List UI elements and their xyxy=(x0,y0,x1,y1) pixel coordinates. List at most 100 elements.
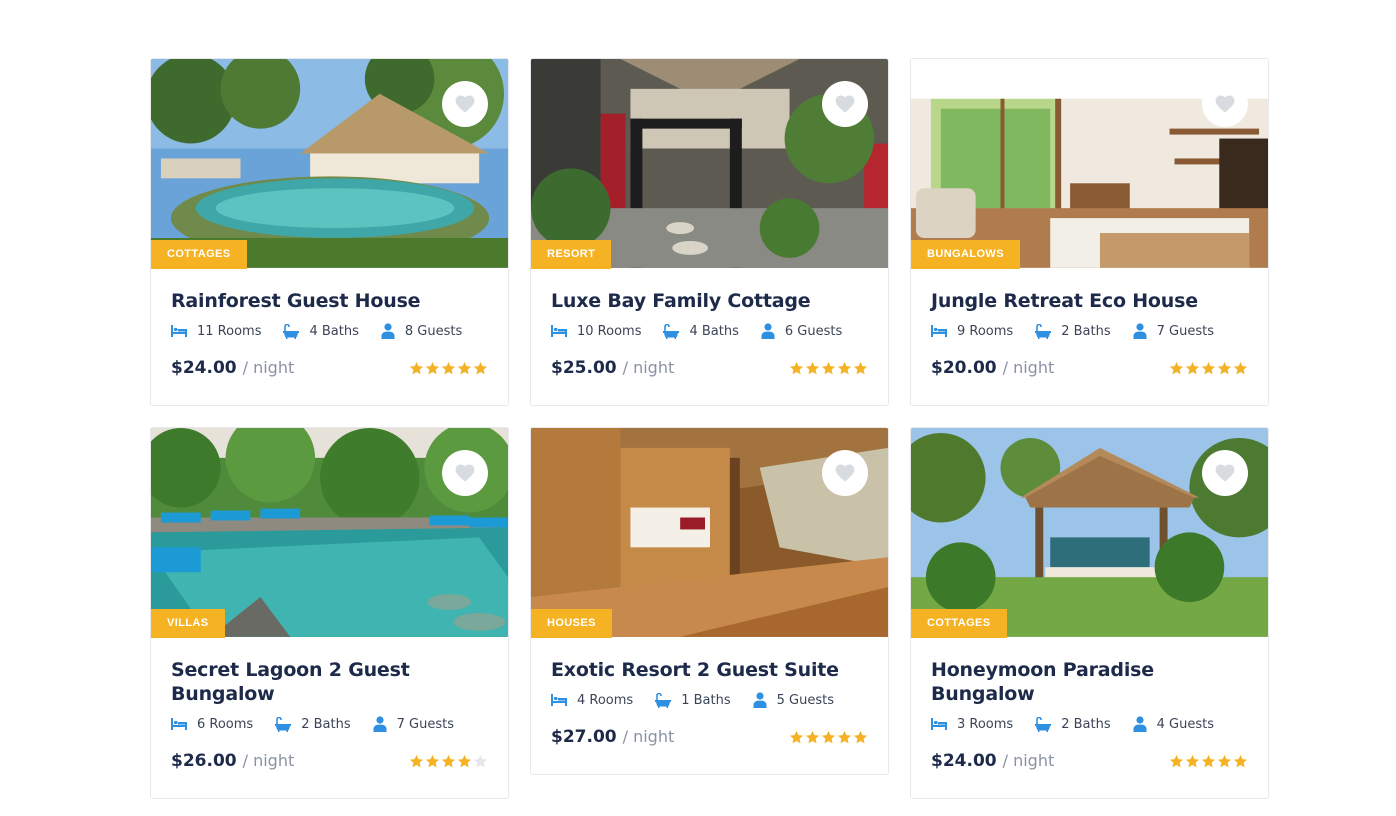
favorite-button[interactable] xyxy=(1202,450,1248,496)
rooms-count: 10 Rooms xyxy=(577,323,642,339)
star-filled-icon xyxy=(409,361,424,374)
star-filled-icon xyxy=(457,754,472,767)
listing-photo[interactable]: BUNGALOWS xyxy=(911,59,1268,269)
bathtub-icon xyxy=(1035,323,1052,339)
listing-card[interactable]: VILLAS Secret Lagoon 2 Guest Bungalow 6 … xyxy=(150,427,509,799)
rooms-count: 4 Rooms xyxy=(577,692,634,708)
rooms-feature: 4 Rooms xyxy=(551,693,633,708)
star-filled-icon xyxy=(1201,361,1216,374)
listing-title[interactable]: Jungle Retreat Eco House xyxy=(931,289,1248,313)
listing-photo[interactable]: HOUSES xyxy=(531,428,888,638)
listing-features: 6 Rooms 2 Baths 7 Guests xyxy=(171,715,488,733)
bed-icon xyxy=(551,325,567,337)
favorite-button[interactable] xyxy=(442,81,488,127)
listing-card[interactable]: RESORT Luxe Bay Family Cottage 10 Rooms xyxy=(530,58,889,406)
guests-count: 7 Guests xyxy=(396,716,454,732)
rooms-feature: 3 Rooms xyxy=(931,717,1013,732)
baths-feature: 2 Baths xyxy=(1035,323,1111,339)
baths-feature: 4 Baths xyxy=(663,323,739,339)
rooms-count: 3 Rooms xyxy=(957,716,1014,732)
baths-feature: 2 Baths xyxy=(1035,716,1111,732)
star-filled-icon xyxy=(1233,754,1248,767)
listing-photo[interactable]: VILLAS xyxy=(151,428,508,638)
baths-feature: 2 Baths xyxy=(275,716,351,732)
listing-title[interactable]: Rainforest Guest House xyxy=(171,289,488,313)
listing-title[interactable]: Secret Lagoon 2 Guest Bungalow xyxy=(171,658,488,706)
baths-count: 4 Baths xyxy=(309,323,359,339)
star-filled-icon xyxy=(1169,754,1184,767)
category-badge[interactable]: BUNGALOWS xyxy=(911,240,1020,269)
listing-card[interactable]: BUNGALOWS Jungle Retreat Eco House 9 Roo… xyxy=(910,58,1269,406)
star-filled-icon xyxy=(1233,361,1248,374)
price-block: $27.00 / night xyxy=(551,727,674,747)
bed-icon xyxy=(171,325,187,337)
star-filled-icon xyxy=(1217,361,1232,374)
star-filled-icon xyxy=(789,361,804,374)
star-filled-icon xyxy=(1169,361,1184,374)
rooms-feature: 10 Rooms xyxy=(551,324,641,339)
user-icon xyxy=(1133,323,1147,339)
heart-icon xyxy=(455,464,475,482)
star-filled-icon xyxy=(409,754,424,767)
listing-price: $24.00 xyxy=(931,751,997,771)
star-filled-icon xyxy=(821,361,836,374)
listing-card[interactable]: HOUSES Exotic Resort 2 Guest Suite 4 Roo… xyxy=(530,427,889,775)
price-block: $26.00 / night xyxy=(171,751,294,771)
listing-title[interactable]: Honeymoon Paradise Bungalow xyxy=(931,658,1248,706)
star-filled-icon xyxy=(837,361,852,374)
favorite-button[interactable] xyxy=(442,450,488,496)
category-badge[interactable]: COTTAGES xyxy=(911,609,1007,638)
category-badge[interactable]: VILLAS xyxy=(151,609,225,638)
guests-feature: 7 Guests xyxy=(1133,323,1214,339)
guests-feature: 8 Guests xyxy=(381,323,462,339)
category-badge[interactable]: HOUSES xyxy=(531,609,612,638)
bathtub-icon xyxy=(283,323,300,339)
rating-stars xyxy=(409,754,488,769)
price-block: $24.00 / night xyxy=(931,751,1054,771)
heart-icon xyxy=(1215,464,1235,482)
listing-price: $27.00 xyxy=(551,727,617,747)
heart-icon xyxy=(835,95,855,113)
guests-feature: 6 Guests xyxy=(761,323,842,339)
favorite-button[interactable] xyxy=(822,81,868,127)
bathtub-icon xyxy=(663,323,680,339)
listing-title[interactable]: Exotic Resort 2 Guest Suite xyxy=(551,658,868,682)
listing-photo[interactable]: COTTAGES xyxy=(151,59,508,269)
user-icon xyxy=(373,716,387,732)
star-empty-icon xyxy=(473,754,488,767)
listing-photo[interactable]: RESORT xyxy=(531,59,888,269)
star-filled-icon xyxy=(805,361,820,374)
category-badge[interactable]: COTTAGES xyxy=(151,240,247,269)
guests-count: 5 Guests xyxy=(776,692,834,708)
baths-count: 2 Baths xyxy=(1061,323,1111,339)
per-night-label: / night xyxy=(242,358,295,377)
bed-icon xyxy=(931,718,947,730)
user-icon xyxy=(761,323,775,339)
star-filled-icon xyxy=(1201,754,1216,767)
listing-features: 4 Rooms 1 Baths 5 Guests xyxy=(551,691,868,709)
listing-card[interactable]: COTTAGES Rainforest Guest House 11 Rooms xyxy=(150,58,509,406)
per-night-label: / night xyxy=(1002,751,1055,770)
star-filled-icon xyxy=(441,754,456,767)
star-filled-icon xyxy=(1185,754,1200,767)
rating-stars xyxy=(1169,754,1248,769)
star-filled-icon xyxy=(789,730,804,743)
favorite-button[interactable] xyxy=(1202,81,1248,127)
listing-title[interactable]: Luxe Bay Family Cottage xyxy=(551,289,868,313)
heart-icon xyxy=(455,95,475,113)
star-filled-icon xyxy=(821,730,836,743)
listing-photo[interactable]: COTTAGES xyxy=(911,428,1268,638)
baths-count: 2 Baths xyxy=(1061,716,1111,732)
category-badge[interactable]: RESORT xyxy=(531,240,612,269)
listing-card[interactable]: COTTAGES Honeymoon Paradise Bungalow 3 R… xyxy=(910,427,1269,799)
favorite-button[interactable] xyxy=(822,450,868,496)
price-block: $24.00 / night xyxy=(171,358,294,378)
per-night-label: / night xyxy=(1002,358,1055,377)
listing-features: 3 Rooms 2 Baths 4 Guests xyxy=(931,715,1248,733)
guests-count: 7 Guests xyxy=(1156,323,1214,339)
star-filled-icon xyxy=(853,730,868,743)
rooms-feature: 6 Rooms xyxy=(171,717,253,732)
heart-icon xyxy=(835,464,855,482)
price-block: $25.00 / night xyxy=(551,358,674,378)
rating-stars xyxy=(409,361,488,376)
